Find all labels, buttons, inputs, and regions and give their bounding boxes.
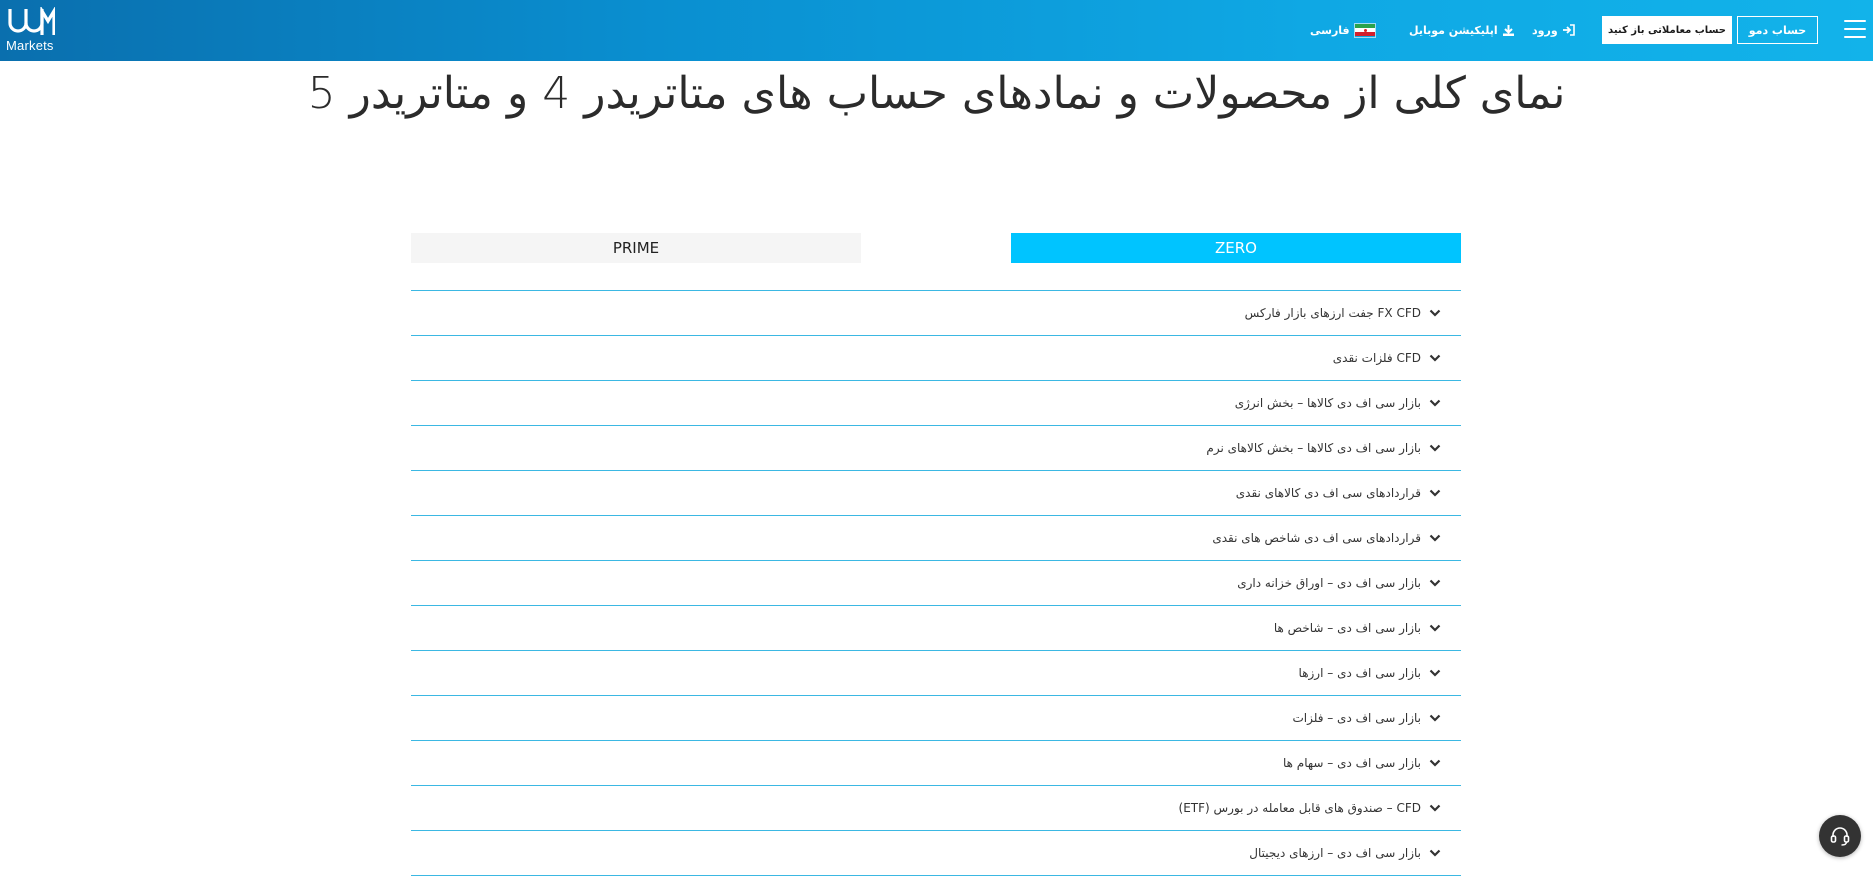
accordion-item[interactable]: بازار سی اف دی – فلزات	[411, 696, 1461, 741]
language-selector[interactable]: فارسی	[1310, 20, 1376, 40]
chevron-down-icon	[1429, 849, 1441, 857]
accordion-item[interactable]: بازار سی اف دی – ارزهای دیجیتال	[411, 831, 1461, 876]
accordion-item-label: بازار سی اف دی – شاخص ها	[1273, 621, 1421, 635]
accordion-item[interactable]: بازار سی اف دی – شاخص ها	[411, 606, 1461, 651]
accordion-item[interactable]: بازار سی اف دی کالاها – بخش انرژی	[411, 381, 1461, 426]
accordion-item-label: CFD فلزات نقدی	[1332, 351, 1421, 365]
accordion-item[interactable]: CFD فلزات نقدی	[411, 336, 1461, 381]
demo-account-button[interactable]: حساب دمو	[1737, 16, 1818, 44]
chevron-down-icon	[1429, 714, 1441, 722]
login-label: ورود	[1532, 23, 1558, 37]
mobile-app-link[interactable]: اپلیکیشن موبایل	[1409, 20, 1515, 40]
accordion-item-label: بازار سی اف دی – ارزهای دیجیتال	[1249, 846, 1421, 860]
brand-logo[interactable]: Markets	[5, 7, 57, 55]
language-label: فارسی	[1310, 23, 1350, 37]
hamburger-menu-icon[interactable]	[1844, 20, 1866, 40]
open-account-button[interactable]: حساب معاملاتی باز کنید	[1602, 16, 1732, 44]
accordion-item-label: بازار سی اف دی کالاها – بخش انرژی	[1234, 396, 1421, 410]
accordion-item[interactable]: FX CFD جفت ارزهای بازار فارکس	[411, 291, 1461, 336]
accordion-item[interactable]: قراردادهای سی اف دی شاخص های نقدی	[411, 516, 1461, 561]
chevron-down-icon	[1429, 624, 1441, 632]
accordion-item[interactable]: قراردادهای سی اف دی کالاهای نقدی	[411, 471, 1461, 516]
accordion-item-label: CFD – صندوق های قابل معامله در بورس (ETF…	[1178, 801, 1421, 815]
sign-in-icon	[1562, 24, 1575, 36]
logo-mark-icon	[8, 7, 55, 35]
tab-prime[interactable]: PRIME	[411, 233, 861, 263]
accordion-item-label: قراردادهای سی اف دی کالاهای نقدی	[1235, 486, 1421, 500]
accordion-item-label: بازار سی اف دی – فلزات	[1292, 711, 1421, 725]
accordion-item-label: قراردادهای سی اف دی شاخص های نقدی	[1212, 531, 1421, 545]
chevron-down-icon	[1429, 309, 1441, 317]
chevron-down-icon	[1429, 444, 1441, 452]
products-accordion: FX CFD جفت ارزهای بازار فارکس CFD فلزات ن…	[411, 290, 1461, 876]
chevron-down-icon	[1429, 669, 1441, 677]
chevron-down-icon	[1429, 354, 1441, 362]
page-title: نمای کلی از محصولات و نمادهای حساب های م…	[307, 68, 1566, 119]
chevron-down-icon	[1429, 534, 1441, 542]
download-icon	[1502, 24, 1514, 36]
accordion-item[interactable]: بازار سی اف دی – اوراق خزانه داری	[411, 561, 1461, 606]
accordion-item-label: بازار سی اف دی کالاها – بخش کالاهای نرم	[1206, 441, 1421, 455]
tab-zero[interactable]: ZERO	[1011, 233, 1461, 263]
chevron-down-icon	[1429, 579, 1441, 587]
accordion-item-label: FX CFD جفت ارزهای بازار فارکس	[1244, 306, 1421, 320]
accordion-item-label: بازار سی اف دی – سهام ها	[1282, 756, 1421, 770]
accordion-item[interactable]: بازار سی اف دی – سهام ها	[411, 741, 1461, 786]
chevron-down-icon	[1429, 399, 1441, 407]
login-link[interactable]: ورود	[1532, 20, 1575, 40]
support-chat-button[interactable]	[1819, 815, 1861, 857]
top-navigation-bar: Markets حساب دمو حساب معاملاتی باز کنید …	[0, 0, 1873, 61]
accordion-item-label: بازار سی اف دی – اوراق خزانه داری	[1237, 576, 1421, 590]
iran-flag-icon	[1353, 22, 1376, 38]
chevron-down-icon	[1429, 489, 1441, 497]
chevron-down-icon	[1429, 804, 1441, 812]
accordion-item[interactable]: بازار سی اف دی کالاها – بخش کالاهای نرم	[411, 426, 1461, 471]
headset-icon	[1830, 827, 1850, 846]
accordion-item-label: بازار سی اف دی – ارزها	[1298, 666, 1421, 680]
logo-text: Markets	[6, 38, 54, 53]
chevron-down-icon	[1429, 759, 1441, 767]
accordion-item[interactable]: CFD – صندوق های قابل معامله در بورس (ETF…	[411, 786, 1461, 831]
mobile-app-label: اپلیکیشن موبایل	[1409, 23, 1498, 37]
accordion-item[interactable]: بازار سی اف دی – ارزها	[411, 651, 1461, 696]
